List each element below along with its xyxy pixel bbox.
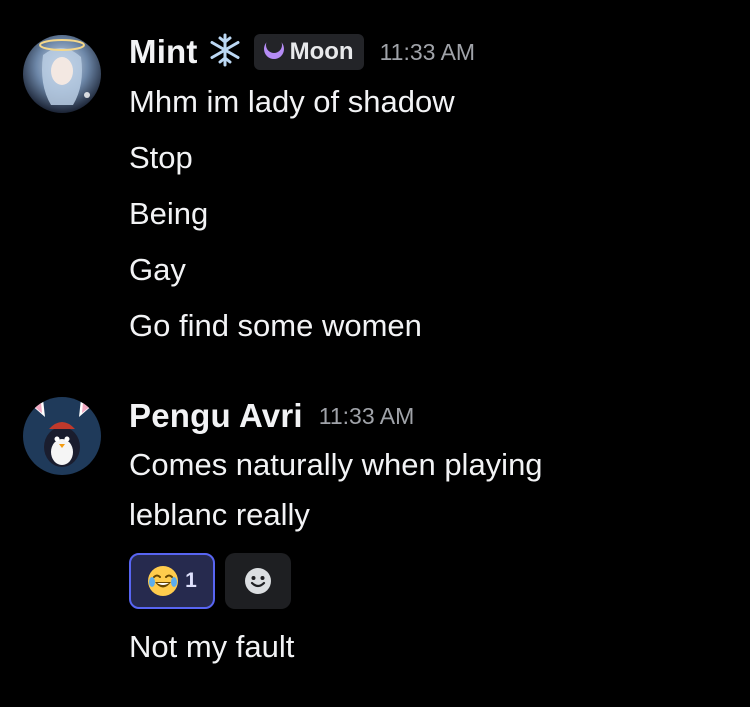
username-pengu-avri[interactable]: Pengu Avri [129, 397, 303, 435]
message-line: leblanc really [129, 497, 310, 532]
message-header-pengu: Pengu Avri 11:33 AM [129, 394, 414, 438]
message-line: Mhm im lady of shadow [129, 84, 455, 119]
message-line: Gay [129, 252, 186, 287]
message-header-mint: Mint Moon 11:33 AM [129, 30, 475, 74]
server-tag[interactable]: Moon [253, 34, 364, 70]
message-line: Go find some women [129, 308, 422, 343]
chat-messages: Mint Moon 11:33 AM Mhm im lady of shadow… [0, 0, 750, 707]
avatar-pengu[interactable] [23, 397, 101, 475]
timestamp[interactable]: 11:33 AM [380, 39, 475, 66]
timestamp[interactable]: 11:33 AM [319, 403, 414, 430]
snowflake-icon [208, 33, 242, 72]
reaction-joy[interactable]: 1 [129, 553, 215, 609]
server-tag-label: Moon [289, 38, 354, 65]
add-reaction-button[interactable] [225, 553, 291, 609]
joy-emoji-icon [147, 565, 179, 597]
avatar-mint[interactable] [23, 35, 101, 113]
reaction-count: 1 [185, 569, 197, 592]
reactions-bar: 1 [129, 553, 291, 609]
add-reaction-icon [243, 566, 273, 596]
message-line: Not my fault [129, 629, 295, 664]
message-line: Being [129, 196, 209, 231]
crescent-moon-icon [262, 36, 286, 68]
message-line: Stop [129, 140, 193, 175]
username-mint[interactable]: Mint [129, 33, 198, 71]
message-line: Comes naturally when playing [129, 447, 543, 482]
